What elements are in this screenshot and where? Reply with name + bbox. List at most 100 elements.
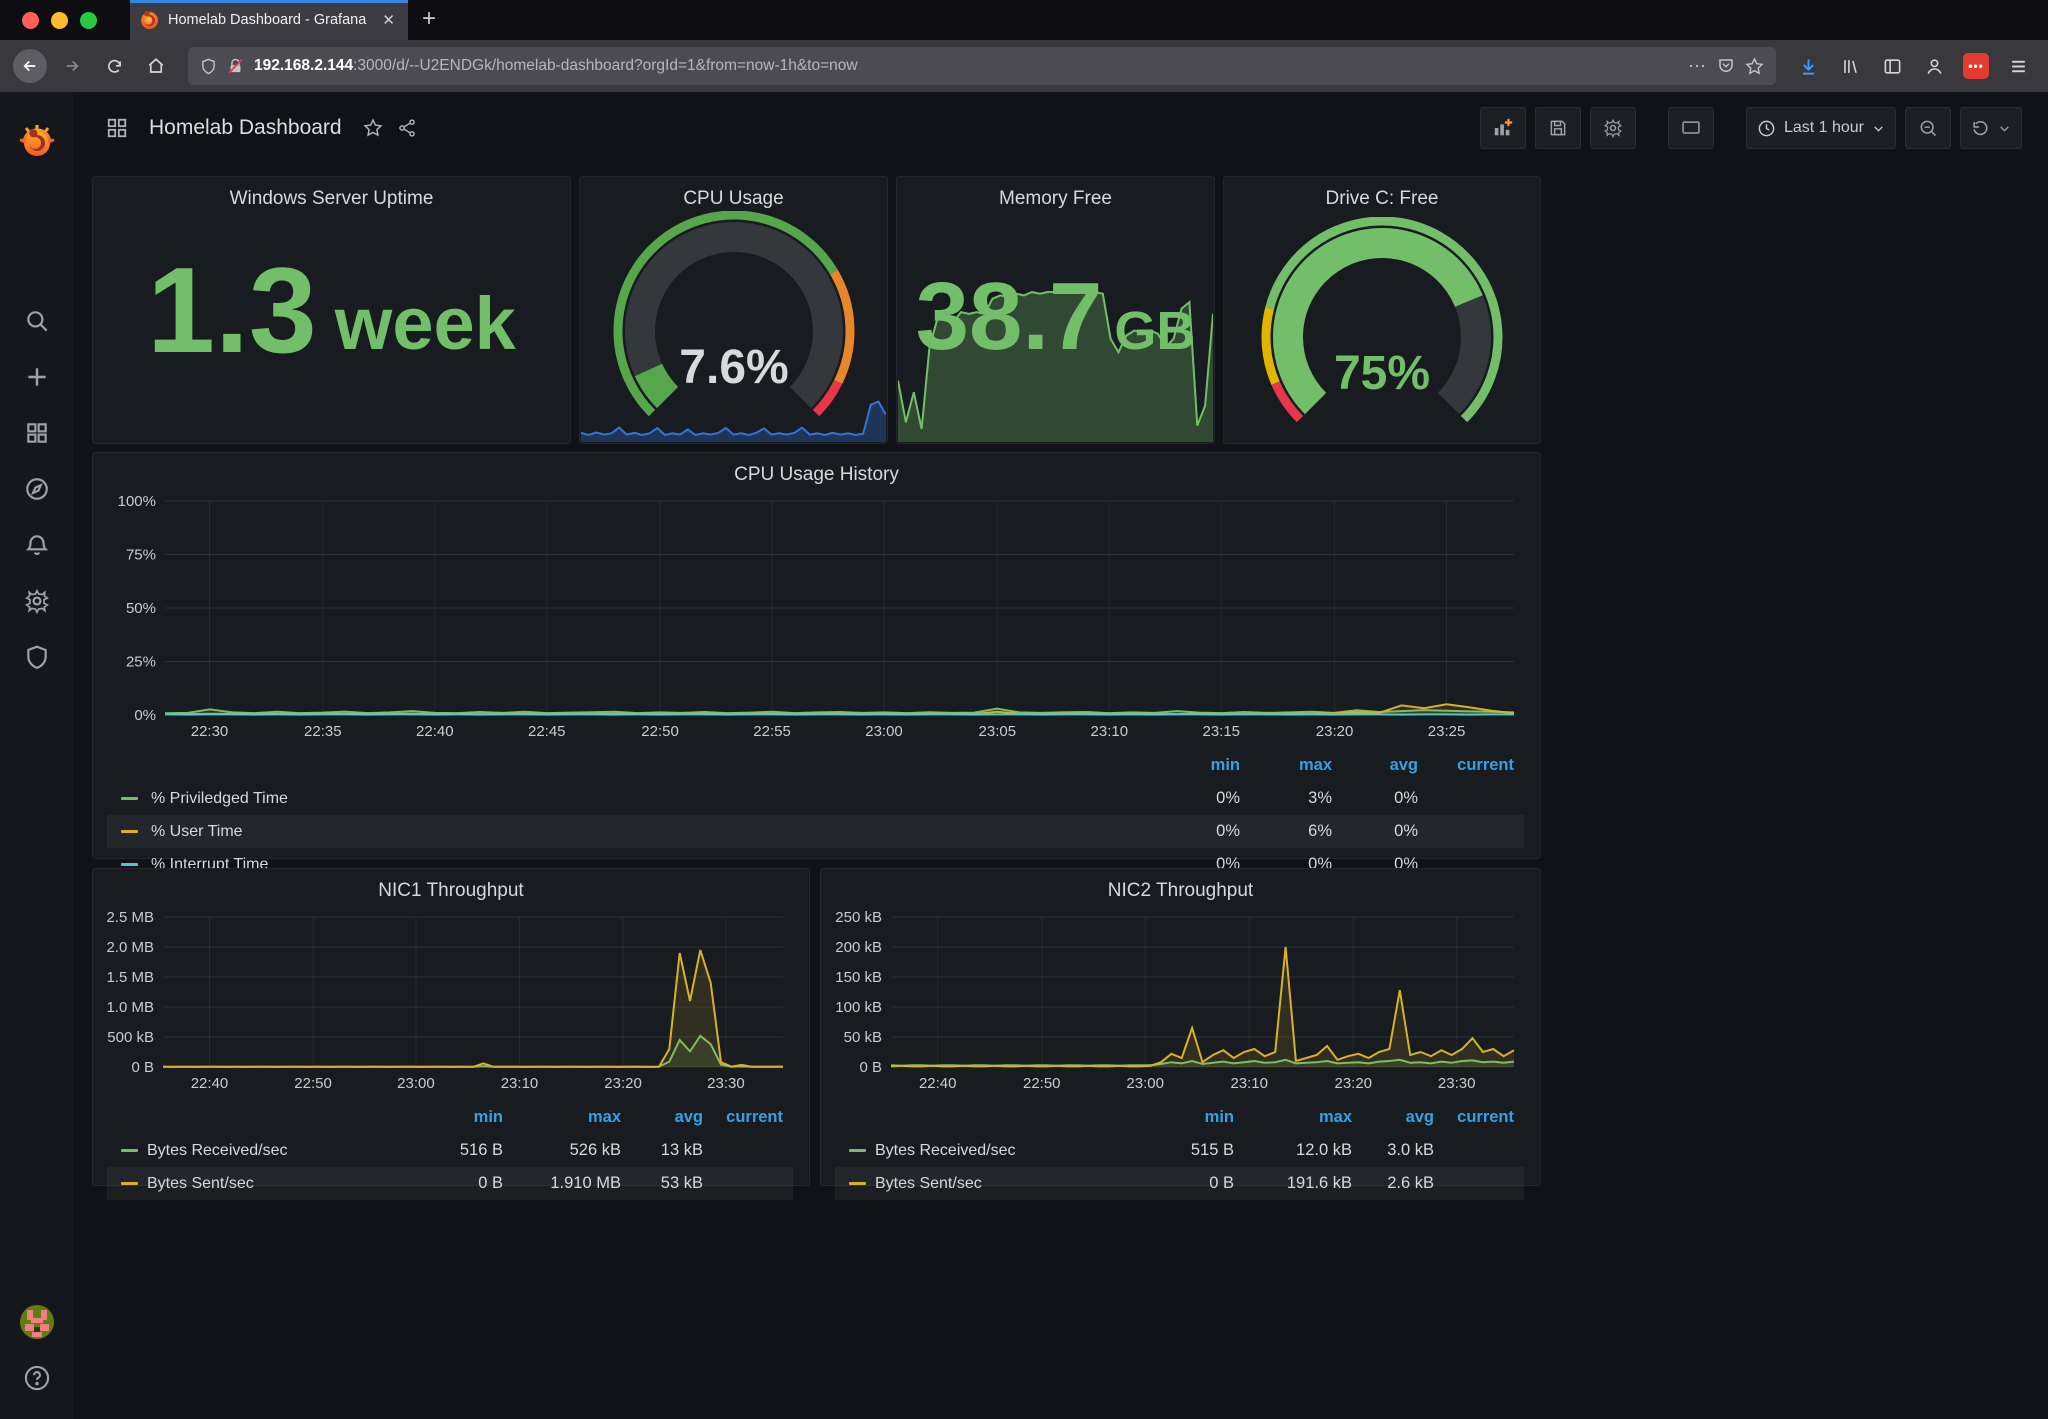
sidebar-item-server-admin[interactable] (0, 644, 73, 670)
save-dashboard-button[interactable] (1535, 107, 1581, 149)
apps-grid-icon (106, 117, 128, 139)
svg-text:22:40: 22:40 (191, 1075, 229, 1092)
help-button[interactable] (0, 1364, 73, 1392)
forward-button[interactable] (54, 48, 90, 84)
url-bar[interactable]: 192.168.2.144:3000/d/--U2ENDGk/homelab-d… (188, 47, 1776, 85)
series-label[interactable]: Bytes Sent/sec (875, 1175, 1148, 1193)
sidebar-icon (1883, 57, 1902, 76)
home-button[interactable] (138, 48, 174, 84)
new-tab-button[interactable]: + (422, 6, 436, 32)
sidebar-item-create[interactable] (0, 364, 73, 390)
refresh-button[interactable] (1960, 107, 2022, 149)
forward-arrow-icon (63, 57, 81, 75)
svg-text:75%: 75% (126, 547, 156, 564)
series-label[interactable]: % Priviledged Time (151, 790, 1158, 808)
cpu-gauge[interactable]: 7.6% (580, 211, 887, 423)
save-icon (1548, 118, 1568, 138)
series-label[interactable]: Bytes Sent/sec (147, 1175, 417, 1193)
sidebar-item-configuration[interactable] (0, 588, 73, 614)
favorite-star-icon[interactable] (363, 118, 383, 138)
legend-header[interactable]: max (1250, 756, 1342, 775)
zoom-out-time-button[interactable] (1905, 107, 1951, 149)
grafana-logo[interactable] (0, 122, 73, 162)
panel-title[interactable]: Windows Server Uptime (93, 177, 570, 210)
legend-header[interactable]: avg (1342, 756, 1428, 775)
drive-gauge[interactable]: 75% (1224, 217, 1540, 429)
cycle-view-mode-button[interactable] (1668, 107, 1714, 149)
sidebar-item-dashboards[interactable] (0, 420, 73, 446)
user-avatar[interactable] (0, 1304, 73, 1340)
svg-text:23:20: 23:20 (1334, 1075, 1372, 1092)
window-minimize-button[interactable] (51, 12, 68, 29)
menu-button[interactable] (2000, 48, 2036, 84)
panel-title[interactable]: CPU Usage History (93, 453, 1540, 486)
page-actions-icon[interactable]: ⋯ (1688, 56, 1707, 77)
panel-nic1-throughput: NIC1 Throughput 0 B500 kB1.0 MB1.5 MB2.0… (92, 868, 810, 1186)
pocket-icon[interactable] (1717, 57, 1735, 75)
cpu-history-legend: minmaxavgcurrent% Priviledged Time0%3%0%… (107, 749, 1524, 881)
series-label[interactable]: Bytes Received/sec (147, 1142, 417, 1160)
panel-cpu-usage-history: CPU Usage History 0%25%50%75%100%22:3022… (92, 452, 1541, 859)
panel-title[interactable]: Drive C: Free (1224, 177, 1540, 210)
svg-text:25%: 25% (126, 654, 156, 671)
panel-title[interactable]: NIC1 Throughput (93, 869, 809, 902)
legend-header[interactable]: min (1158, 756, 1250, 775)
time-range-picker[interactable]: Last 1 hour (1746, 107, 1896, 149)
svg-text:23:05: 23:05 (979, 723, 1017, 740)
svg-text:75%: 75% (1334, 347, 1430, 400)
browser-tab[interactable]: Homelab Dashboard - Grafana ✕ (130, 0, 408, 40)
panel-nic2-throughput: NIC2 Throughput 0 B50 kB100 kB150 kB200 … (820, 868, 1541, 1186)
legend-header[interactable]: current (1444, 1108, 1524, 1127)
add-panel-button[interactable] (1480, 107, 1526, 149)
window-close-button[interactable] (22, 12, 39, 29)
legend-header[interactable]: max (1244, 1108, 1362, 1127)
svg-text:1.0 MB: 1.0 MB (106, 999, 154, 1016)
reload-button[interactable] (96, 48, 132, 84)
account-button[interactable] (1916, 48, 1952, 84)
tv-monitor-icon (1680, 118, 1702, 138)
panel-title[interactable]: NIC2 Throughput (821, 869, 1540, 902)
nic2-chart[interactable]: 0 B50 kB100 kB150 kB200 kB250 kB22:4022:… (829, 907, 1532, 1095)
series-label[interactable]: % User Time (151, 823, 1158, 841)
tracking-protection-shield-icon[interactable] (200, 57, 217, 76)
tab-close-icon[interactable]: ✕ (379, 11, 398, 29)
cpu-history-chart[interactable]: 0%25%50%75%100%22:3022:3522:4022:4522:50… (103, 491, 1532, 743)
admin-shield-icon (24, 644, 50, 670)
refresh-interval-chevron-icon[interactable] (1998, 122, 2011, 135)
sidebar-item-explore[interactable] (0, 476, 73, 502)
dashboard-title[interactable]: Homelab Dashboard (149, 116, 342, 140)
downloads-button[interactable] (1790, 48, 1826, 84)
legend-header[interactable]: max (513, 1108, 631, 1127)
nic1-chart[interactable]: 0 B500 kB1.0 MB1.5 MB2.0 MB2.5 MB22:4022… (101, 907, 801, 1095)
bookmark-star-icon[interactable] (1745, 57, 1764, 76)
svg-text:23:15: 23:15 (1202, 723, 1240, 740)
insecure-lock-icon[interactable] (227, 57, 244, 76)
svg-text:0 B: 0 B (859, 1059, 882, 1076)
adblock-extension-button[interactable]: ••• (1958, 48, 1994, 84)
legend-header[interactable]: min (1148, 1108, 1244, 1127)
url-text[interactable]: 192.168.2.144:3000/d/--U2ENDGk/homelab-d… (254, 57, 1678, 75)
window-zoom-button[interactable] (80, 12, 97, 29)
url-domain: 192.168.2.144 (254, 57, 353, 74)
svg-text:1.5 MB: 1.5 MB (106, 969, 154, 986)
panel-title[interactable]: Memory Free (897, 177, 1214, 210)
dashboard-toolbar: Last 1 hour (1480, 107, 2022, 149)
dashboard-settings-button[interactable] (1590, 107, 1636, 149)
library-button[interactable] (1832, 48, 1868, 84)
legend-header[interactable]: min (417, 1108, 513, 1127)
legend-header[interactable]: avg (1362, 1108, 1444, 1127)
back-button[interactable] (12, 48, 48, 84)
legend-header[interactable]: avg (631, 1108, 713, 1127)
series-label[interactable]: Bytes Received/sec (875, 1142, 1148, 1160)
legend-value: 2.6 kB (1362, 1174, 1444, 1193)
svg-text:23:10: 23:10 (1091, 723, 1129, 740)
legend-value: 526 kB (513, 1141, 631, 1160)
legend-value: 0 B (417, 1174, 513, 1193)
legend-header[interactable]: current (713, 1108, 793, 1127)
share-icon[interactable] (397, 118, 417, 138)
panel-title[interactable]: CPU Usage (580, 177, 887, 210)
sidebar-item-search[interactable] (0, 308, 73, 334)
sidebar-item-alerting[interactable] (0, 532, 73, 558)
sidebar-toggle-button[interactable] (1874, 48, 1910, 84)
legend-header[interactable]: current (1428, 756, 1524, 775)
